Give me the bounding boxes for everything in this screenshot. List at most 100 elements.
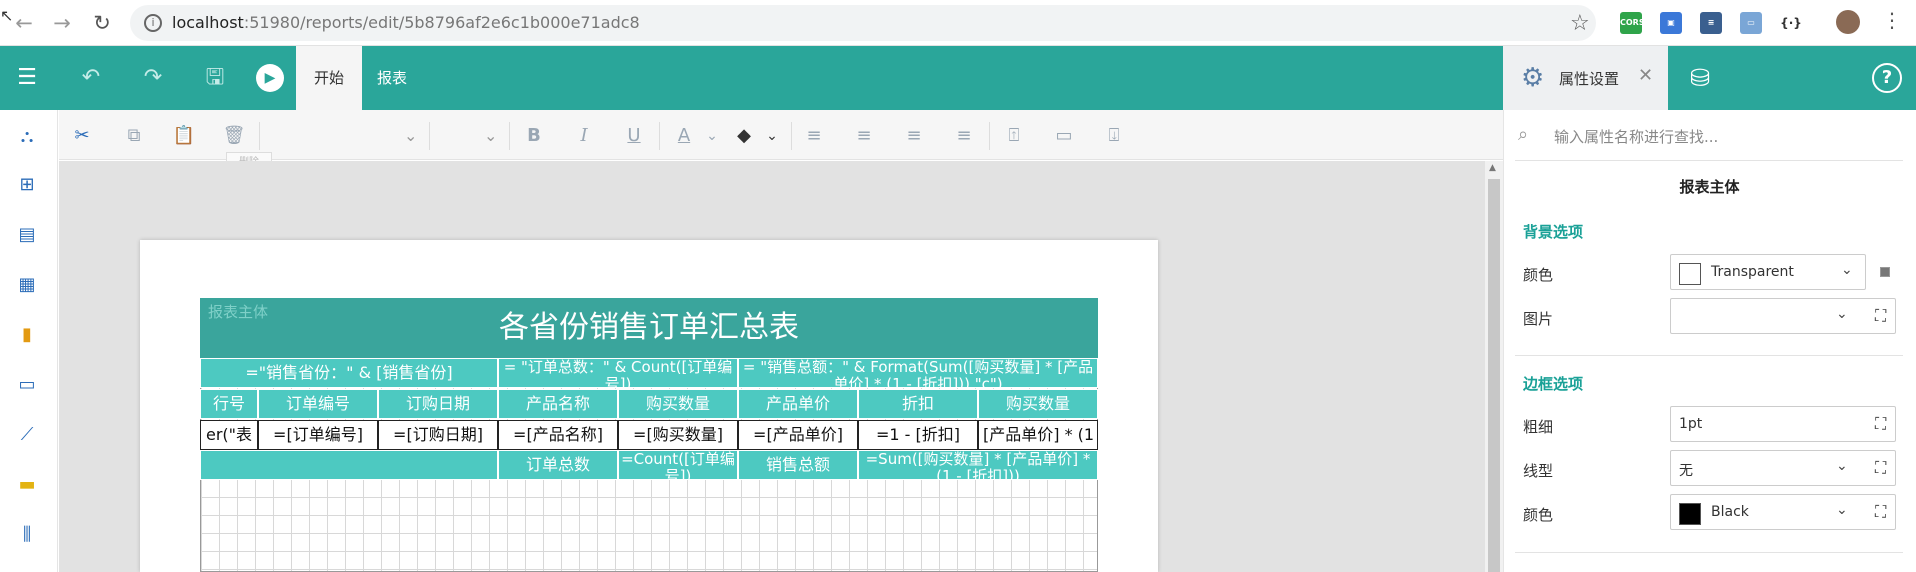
font-family-select[interactable]: ⌄ [264,122,424,150]
chrome-menu-icon[interactable]: ⋮ [1882,8,1902,32]
detail-cell[interactable]: =[订单编号] [258,420,378,450]
group-header-order-count[interactable]: = "订单总数：" & Count([订单编号]) [498,358,738,388]
back-icon[interactable]: ← [10,9,38,37]
expand-icon[interactable]: ⛶ [1875,458,1886,478]
font-color-icon[interactable]: A [671,123,697,149]
card-extension-icon[interactable]: ▭ [1740,12,1762,34]
detail-cell[interactable]: =[产品名称] [498,420,618,450]
address-bar[interactable]: i localhost:51980/reports/edit/5b8796af2… [130,5,1596,41]
group-header-province[interactable]: ="销售省份：" & [销售省份] [200,358,498,388]
barcode-icon[interactable]: ⫼ [14,522,40,548]
italic-icon[interactable]: I [571,123,597,149]
blue-extension-icon[interactable]: ▣ [1660,12,1682,34]
group-header-sales-total[interactable]: = "销售总额：" & Format(Sum([购买数量] * [产品单价] *… [738,358,1098,388]
font-size-select[interactable]: ⌄ [434,122,504,150]
hamburger-menu-icon[interactable]: ☰ [10,46,44,110]
detail-cell[interactable]: er("表 [200,420,258,450]
close-icon[interactable]: ✕ [1638,65,1653,86]
url-host: localhost [172,13,244,32]
footer-order-total-label[interactable]: 订单总数 [498,450,618,480]
tab-properties[interactable]: ⚙ 属性设置 ✕ [1503,46,1668,110]
footer-sales-total-expr[interactable]: =Sum([购买数量] * [产品单价] * (1 - [折扣])) [858,450,1098,480]
cut-icon[interactable]: ✂ [69,123,95,149]
save-icon[interactable]: 🖫 [198,46,232,110]
align-center-icon[interactable]: ≡ [851,123,877,149]
align-left-icon[interactable]: ≡ [801,123,827,149]
detail-cell[interactable]: =[购买数量] [618,420,738,450]
sparkline-icon[interactable]: ⟋ [14,422,40,448]
column-header[interactable]: 产品单价 [738,389,858,419]
bg-color-select[interactable]: Transparent ⌄ [1670,254,1866,290]
footer-sales-total-label[interactable]: 销售总额 [738,450,858,480]
toolbar-divider [259,122,260,150]
detail-cell[interactable]: =1 - [折扣] [858,420,978,450]
expand-icon[interactable]: ⛶ [1875,414,1886,434]
small-square-icon[interactable] [1880,267,1890,277]
justify-icon[interactable]: ≡ [951,123,977,149]
valign-top-icon[interactable]: ⍐ [1001,123,1027,149]
reload-icon[interactable]: ↻ [88,9,116,37]
chevron-down-icon[interactable]: ⌄ [699,123,725,149]
bold-icon[interactable]: B [521,123,547,149]
vertical-scrollbar[interactable]: ▲ [1485,161,1503,572]
cors-extension-icon[interactable]: CORS [1620,12,1645,34]
valign-bottom-icon[interactable]: ⍗ [1101,123,1127,149]
chevron-down-icon[interactable]: ⌄ [759,123,785,149]
textbox-icon[interactable]: ▭ [14,372,40,398]
detail-cell[interactable]: =[产品单价] [738,420,858,450]
column-header[interactable]: 订单编号 [258,389,378,419]
database-icon[interactable]: ⛁ [1680,46,1720,110]
border-section-header[interactable]: 边框选项 [1523,373,1583,394]
scroll-up-icon[interactable]: ▲ [1489,163,1496,173]
footer-empty-cell[interactable] [200,450,498,480]
components-icon[interactable]: ⊞ [14,172,40,198]
delete-icon[interactable]: 🗑 [221,123,247,149]
chevron-down-icon: ⌄ [484,126,498,145]
align-right-icon[interactable]: ≡ [901,123,927,149]
forward-icon[interactable]: → [48,9,76,37]
matrix-icon[interactable]: ▦ [14,272,40,298]
bg-color-label: 颜色 [1523,266,1554,284]
detail-cell[interactable]: [产品单价] * (1 [978,420,1098,450]
json-extension-icon[interactable]: {·} [1780,12,1802,34]
column-header[interactable]: 折扣 [858,389,978,419]
preview-play-icon[interactable]: ▶ [256,64,284,92]
info-icon[interactable]: i [144,14,162,32]
underline-icon[interactable]: U [621,123,647,149]
image-select[interactable]: ⌄ ⛶ [1670,298,1896,334]
tab-report[interactable]: 报表 [364,46,420,110]
detail-cell[interactable]: =[订购日期] [378,420,498,450]
bookmark-star-icon[interactable]: ☆ [1570,11,1590,36]
expand-icon[interactable]: ⛶ [1875,502,1886,522]
tab-start[interactable]: 开始 [296,46,362,110]
table-icon[interactable]: ▤ [14,222,40,248]
stack-extension-icon[interactable]: ≡ [1700,12,1722,34]
bar-chart-icon[interactable]: ▮ [14,322,40,348]
column-header[interactable]: 购买数量 [978,389,1098,419]
scroll-thumb[interactable] [1488,179,1500,572]
expand-icon[interactable]: ⛶ [1875,306,1886,326]
color-swatch [1679,503,1701,525]
column-header[interactable]: 购买数量 [618,389,738,419]
property-search-input[interactable]: 输入属性名称进行查找... [1554,126,1718,147]
column-header[interactable]: 订购日期 [378,389,498,419]
column-header[interactable]: 行号 [200,389,258,419]
valign-middle-icon[interactable]: ▭ [1051,123,1077,149]
border-color-select[interactable]: Black ⌄ ⛶ [1670,494,1896,530]
redo-icon[interactable]: ↷ [136,46,170,110]
avatar[interactable] [1836,10,1860,34]
hierarchy-icon[interactable]: ⛬ [14,124,40,150]
footer-order-total-expr[interactable]: =Count([订单编号]) [618,450,738,480]
help-icon[interactable]: ? [1872,63,1902,93]
paste-icon[interactable]: 📋 [171,123,197,149]
undo-icon[interactable]: ↶ [74,46,108,110]
databar-icon[interactable]: ▬ [14,472,40,498]
fill-color-icon[interactable]: ◆ [731,123,757,149]
url-text[interactable]: localhost:51980/reports/edit/5b8796af2e6… [172,13,640,32]
copy-icon[interactable]: ⧉ [121,123,147,149]
border-style-select[interactable]: 无 ⌄ ⛶ [1670,450,1896,486]
background-section-header[interactable]: 背景选项 [1523,221,1583,242]
column-header[interactable]: 产品名称 [498,389,618,419]
border-width-input[interactable]: 1pt ⛶ [1670,406,1896,442]
report-title[interactable]: 各省份销售订单汇总表 [200,298,1098,358]
